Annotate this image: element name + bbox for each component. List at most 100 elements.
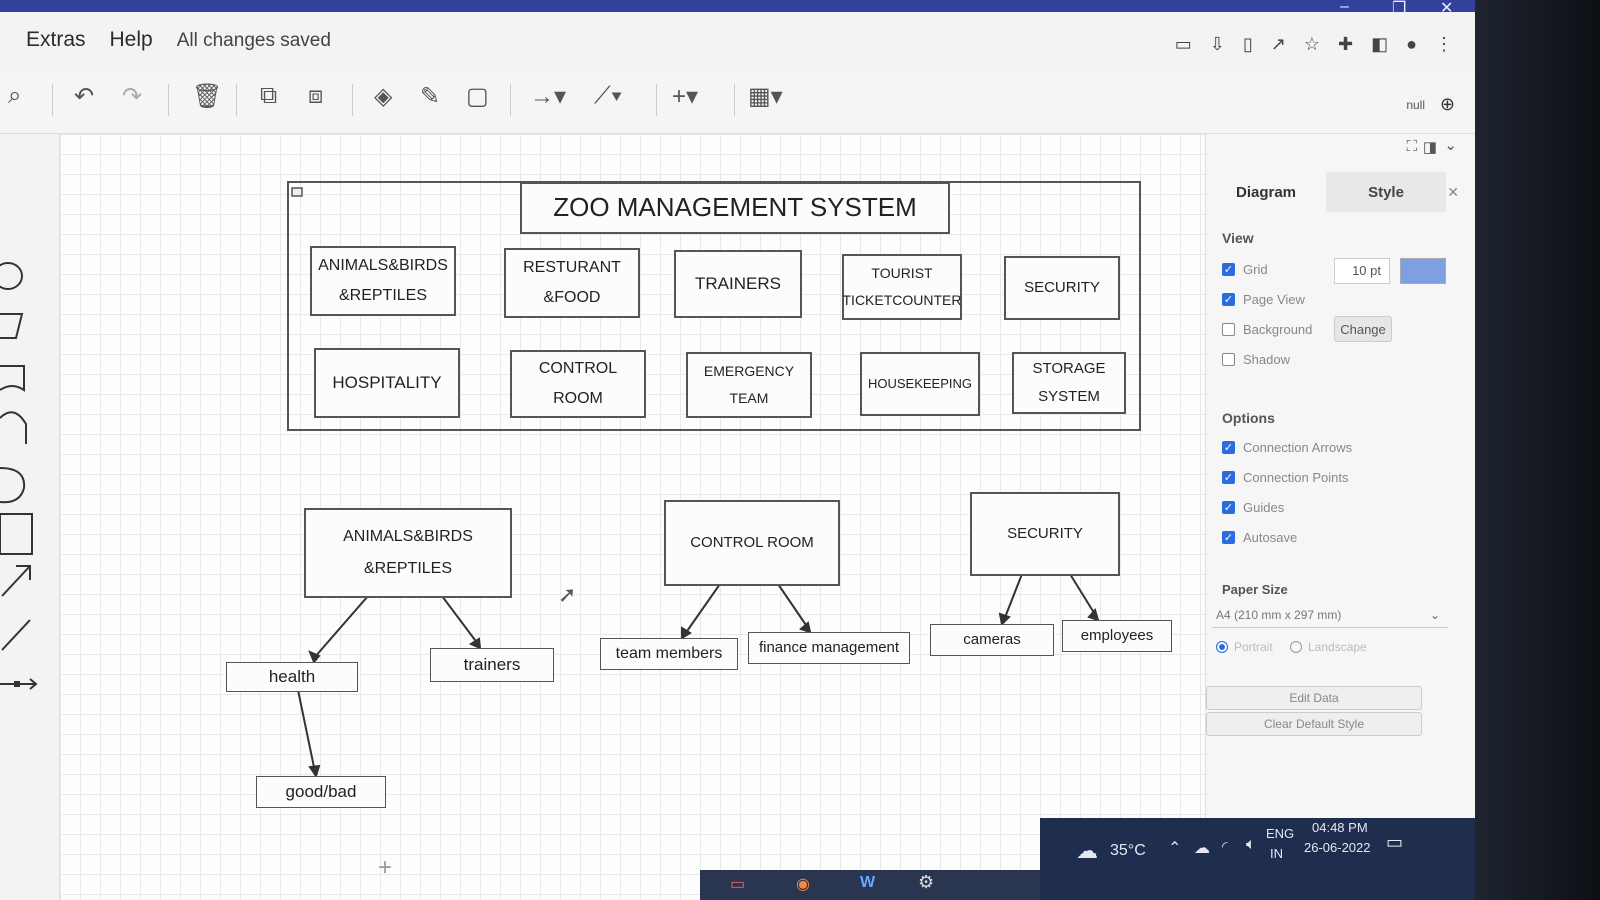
checkbox-checked-icon[interactable]: ✓ (1222, 471, 1235, 484)
leaf-good-bad[interactable]: good/bad (256, 776, 386, 808)
more-menu-icon[interactable]: ⋮ (1435, 34, 1453, 55)
portrait-radio[interactable]: Portrait (1216, 640, 1273, 654)
module-restaurant-food[interactable]: RESTURANT &FOOD (504, 248, 640, 318)
module-control-room[interactable]: CONTROL ROOM (510, 350, 646, 418)
checkbox-unchecked-icon[interactable] (1222, 353, 1235, 366)
radio-unselected-icon[interactable] (1290, 641, 1302, 653)
panel-toggle-icon[interactable]: ◨ (1423, 138, 1437, 156)
connection-points-option[interactable]: ✓ Connection Points (1222, 470, 1349, 485)
fill-color-icon[interactable]: ◈ (374, 82, 392, 111)
checkbox-checked-icon[interactable]: ✓ (1222, 531, 1235, 544)
background-option[interactable]: Background (1222, 322, 1312, 337)
menu-extras[interactable]: Extras (26, 28, 86, 52)
module-storage-system[interactable]: STORAGE SYSTEM (1012, 352, 1126, 414)
clock-time[interactable]: 04:48 PM (1312, 820, 1368, 835)
checkbox-checked-icon[interactable]: ✓ (1222, 441, 1235, 454)
tab-diagram[interactable]: Diagram (1206, 172, 1326, 212)
to-front-icon[interactable]: ⧉ (260, 82, 277, 110)
collapse-toggle-icon[interactable] (291, 187, 303, 197)
to-back-icon[interactable]: ⧈ (308, 82, 323, 110)
edit-data-button[interactable]: Edit Data (1206, 686, 1422, 710)
line-color-icon[interactable]: ✎ (420, 82, 440, 111)
restore-icon[interactable]: ❐ (1392, 0, 1406, 18)
leaf-team-members[interactable]: team members (600, 638, 738, 670)
diagram-canvas[interactable]: ZOO MANAGEMENT SYSTEM ANIMALS&BIRDS &REPT… (60, 134, 1205, 900)
bookmark-star-icon[interactable]: ☆ (1304, 34, 1320, 55)
insert-icon[interactable]: +▾ (672, 82, 698, 111)
grid-color-swatch[interactable] (1400, 258, 1446, 284)
module-animals-birds-reptiles[interactable]: ANIMALS&BIRDS &REPTILES (310, 246, 456, 316)
paper-size-select[interactable]: A4 (210 mm x 297 mm) ⌄ (1212, 602, 1448, 628)
sidebar-icon[interactable]: ◧ (1371, 34, 1388, 55)
radio-selected-icon[interactable] (1216, 641, 1228, 653)
page-view-option[interactable]: ✓ Page View (1222, 292, 1305, 307)
checkbox-checked-icon[interactable]: ✓ (1222, 293, 1235, 306)
module-hospitality[interactable]: HOSPITALITY (314, 348, 460, 418)
profile-avatar[interactable]: ● (1406, 34, 1417, 55)
shadow-icon[interactable]: ▢ (466, 82, 489, 111)
language-label-1[interactable]: ENG (1266, 826, 1294, 841)
minimize-icon[interactable]: – (1340, 0, 1349, 16)
wifi-icon[interactable]: ◜ (1222, 838, 1227, 855)
checkbox-unchecked-icon[interactable] (1222, 323, 1235, 336)
autosave-option[interactable]: ✓ Autosave (1222, 530, 1297, 545)
change-background-button[interactable]: Change (1334, 316, 1392, 342)
checkbox-checked-icon[interactable]: ✓ (1222, 501, 1235, 514)
leaf-cameras[interactable]: cameras (930, 624, 1054, 656)
globe-icon[interactable]: ⊕ (1440, 94, 1455, 115)
collapse-icon[interactable]: ⌄ (1444, 136, 1457, 154)
install-icon[interactable]: ⇩ (1210, 34, 1225, 55)
close-window-icon[interactable]: ✕ (1440, 0, 1453, 18)
tab-style[interactable]: Style (1326, 172, 1446, 212)
diagram-title[interactable]: ZOO MANAGEMENT SYSTEM (520, 182, 950, 234)
redo-icon[interactable]: ↷ (122, 82, 142, 111)
undo-icon[interactable]: ↶ (74, 82, 94, 111)
close-panel-icon[interactable]: ✕ (1447, 184, 1459, 201)
share-icon[interactable]: ↗ (1271, 34, 1286, 55)
module-housekeeping[interactable]: HOUSEKEEPING (860, 352, 980, 416)
extensions-icon[interactable]: ✚ (1338, 34, 1353, 55)
clock-date[interactable]: 26-06-2022 (1304, 840, 1371, 855)
volume-icon[interactable]: 🔈︎ (1246, 836, 1256, 854)
zoom-search-icon[interactable]: ⌕ (8, 82, 21, 110)
leaf-finance-management[interactable]: finance management (748, 632, 910, 664)
delete-icon[interactable]: 🗑 (192, 82, 222, 111)
landscape-radio[interactable]: Landscape (1290, 640, 1367, 654)
language-label-2[interactable]: IN (1270, 846, 1283, 861)
document-icon[interactable]: ▯ (1243, 34, 1253, 55)
clear-default-style-button[interactable]: Clear Default Style (1206, 712, 1422, 736)
connection-arrows-option[interactable]: ✓ Connection Arrows (1222, 440, 1352, 455)
clipboard-icon[interactable]: ▭ (1175, 34, 1192, 55)
word-icon[interactable]: W (860, 874, 875, 892)
tree-control-room[interactable]: CONTROL ROOM (664, 500, 840, 586)
leaf-trainers[interactable]: trainers (430, 648, 554, 682)
weather-cloud-icon[interactable]: ☁ (1076, 838, 1098, 864)
grid-option[interactable]: ✓ Grid (1222, 262, 1268, 277)
shadow-option[interactable]: Shadow (1222, 352, 1290, 367)
tray-chevron-icon[interactable]: ⌃ (1168, 838, 1181, 858)
chrome-icon[interactable]: ◉ (796, 874, 810, 894)
table-icon[interactable]: ▦▾ (748, 82, 783, 111)
leaf-employees[interactable]: employees (1062, 620, 1172, 652)
module-emergency-team[interactable]: EMERGENCY TEAM (686, 352, 812, 418)
taskbar-app-icon[interactable]: ▭ (730, 874, 745, 894)
notifications-icon[interactable]: ▭ (1386, 832, 1403, 853)
add-page-icon[interactable]: + (378, 854, 392, 882)
tree-animals-birds-reptiles[interactable]: ANIMALS&BIRDS &REPTILES (304, 508, 512, 598)
temperature[interactable]: 35°C (1110, 842, 1146, 860)
module-tourist-ticketcounter[interactable]: TOURIST TICKETCOUNTER (842, 254, 962, 320)
waypoints-icon[interactable]: ⟋▾ (594, 82, 623, 110)
module-trainers[interactable]: TRAINERS (674, 250, 802, 318)
leaf-health[interactable]: health (226, 662, 358, 692)
guides-option[interactable]: ✓ Guides (1222, 500, 1284, 515)
module-security[interactable]: SECURITY (1004, 256, 1120, 320)
onedrive-icon[interactable]: ☁ (1194, 838, 1210, 858)
menu-help[interactable]: Help (110, 28, 153, 52)
settings-gear-icon[interactable]: ⚙ (918, 872, 934, 893)
zoom-value[interactable]: null (1406, 98, 1425, 112)
checkbox-checked-icon[interactable]: ✓ (1222, 263, 1235, 276)
grid-size-input[interactable]: 10 pt (1334, 258, 1390, 284)
tree-security[interactable]: SECURITY (970, 492, 1120, 576)
connection-style-icon[interactable]: →▾ (530, 82, 566, 111)
fit-icon[interactable]: ⛶ (1406, 138, 1417, 155)
